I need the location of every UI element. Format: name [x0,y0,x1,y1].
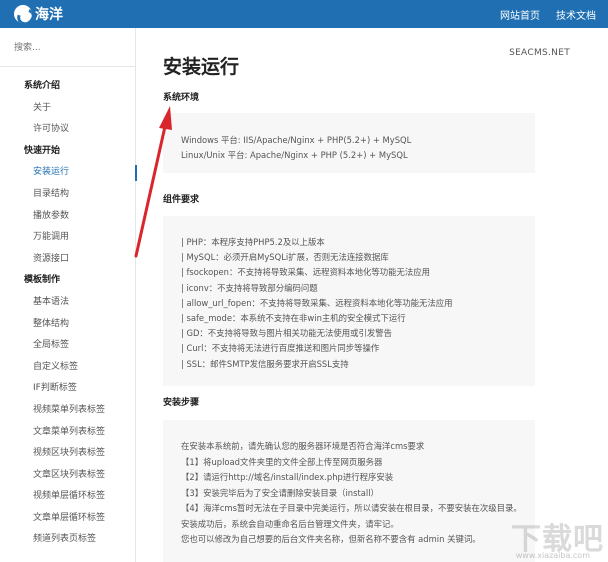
steps-box: 在安装本系统前，请先确认您的服务器环境是否符合海洋cms要求 【1】将upload… [163,420,535,562]
install-step-line: 您也可以修改为自己想要的后台文件夹名称，但新名称不要含有 admin 关键词。 [181,534,481,544]
sidebar-section-title: 快速开始 [24,145,61,156]
environment-line: Linux/Unix 平台: Apache/Nginx + PHP (5.2+)… [181,150,408,160]
sidebar-item[interactable]: 文章单层循环标签 [0,508,136,530]
component-requirement-line: | safe_mode：本系统不支持在非win主机的安全模式下运行 [181,313,406,323]
sidebar-item[interactable]: 文章区块列表标签 [0,465,136,487]
install-step-line: 【3】安装完毕后为了安全请删除安装目录（install） [181,487,379,498]
search-input[interactable] [14,38,124,58]
top-nav: 网站首页 技术文档 [500,0,596,28]
sidebar-item[interactable]: 目录结构 [0,184,136,206]
sidebar-item[interactable]: 整体结构 [0,314,136,336]
sidebar-item[interactable]: IF判断标签 [0,378,136,400]
section-heading-environment: 系统环境 [163,93,200,103]
section-heading-components: 组件要求 [163,195,200,205]
sidebar-item[interactable]: 许可协议 [0,119,136,141]
component-requirement-line: | GD：不支持将导致与图片相关功能无法使用或引发警告 [181,328,393,339]
sidebar-item[interactable]: 基本语法 [0,292,136,314]
install-step-line: 【2】请运行http://域名/install/index.php进行程序安装 [181,472,394,482]
install-step-line: 【1】将upload文件夹里的文件全部上传至网页服务器 [181,456,383,467]
component-requirement-line: | iconv：不支持将导致部分编码问题 [181,282,318,293]
environment-line: Windows 平台: IIS/Apache/Nginx + PHP(5.2+)… [181,135,412,145]
page-title: 安装运行 [163,56,240,78]
component-requirement-line: | fsockopen：不支持将导致采集、远程资料本地化等功能无法应用 [181,267,430,278]
sidebar-item[interactable]: 视频菜单列表标签 [0,400,136,422]
components-box: | PHP：本程序支持PHP5.2及以上版本 | MySQL：必须开启MySQLi… [163,216,535,386]
install-step-line: 在安装本系统前，请先确认您的服务器环境是否符合海洋cms要求 [181,441,425,451]
component-requirement-line: | PHP：本程序支持PHP5.2及以上版本 [181,237,325,247]
sidebar-menu: 系统介绍关于 许可协议快速开始安装运行 目录结构 播放参数 万能调用 资源接口模板制作基本… [0,76,137,551]
environment-box: Windows 平台: IIS/Apache/Nginx + PHP(5.2+)… [163,113,535,173]
watermark-url: www.xiazaiba.com [515,551,590,560]
install-step-line: 【4】海洋cms暂时无法在子目录中完美运行，所以请安装在根目录，不要安装在次级目… [181,503,522,513]
nav-docs-link[interactable]: 技术文档 [556,7,596,22]
sidebar: 系统介绍关于许可协议快速开始安装运行目录结构播放参数万能调用资源接口模板制作基本… [0,28,137,562]
search-divider [0,66,136,67]
sidebar-item[interactable]: 文章菜单列表标签 [0,422,136,444]
sidebar-item[interactable]: 关于 [0,98,136,120]
site-logo[interactable]: 海洋 [14,4,63,24]
sidebar-item[interactable]: 播放参数 [0,206,136,228]
sidebar-item[interactable]: 频道列表页标签 [0,529,136,551]
sidebar-item[interactable]: 视频区块列表标签 [0,443,136,465]
sidebar-section-title: 模板制作 [24,275,61,286]
section-heading-steps: 安装步骤 [163,398,200,408]
sidebar-item[interactable]: 万能调用 [0,227,136,249]
sidebar-item[interactable]: 资源接口 [0,249,136,271]
component-requirement-line: | MySQL：必须开启MySQLi扩展，否则无法连接数据库 [181,252,389,263]
sidebar-section-title: 系统介绍 [24,81,61,91]
brand-text: SEACMS.NET [509,48,570,58]
component-requirement-line: | allow_url_fopen：不支持将导致采集、远程资料本地化等功能无法应… [181,297,453,308]
main-content: SEACMS.NET 安装运行 系统环境 Windows 平台: IIS/Apa… [137,28,608,562]
component-requirement-line: | Curl：不支持将无法进行百度推送和图片同步等操作 [181,343,380,354]
install-step-line: 安装成功后，系统会自动重命名后台管理文件夹，请牢记。 [181,518,399,529]
sidebar-item[interactable]: 视频单层循环标签 [0,486,136,508]
sidebar-item[interactable]: 安装运行 [0,162,137,184]
nav-home-link[interactable]: 网站首页 [500,7,540,22]
sidebar-item[interactable]: 自定义标签 [0,357,136,379]
logo-icon [14,5,32,23]
component-requirement-line: | SSL：邮件SMTP发信服务要求开启SSL支持 [181,358,349,369]
sidebar-item[interactable]: 全局标签 [0,335,136,357]
logo-text: 海洋 [35,7,63,23]
top-bar: 海洋 网站首页 技术文档 [0,0,608,28]
